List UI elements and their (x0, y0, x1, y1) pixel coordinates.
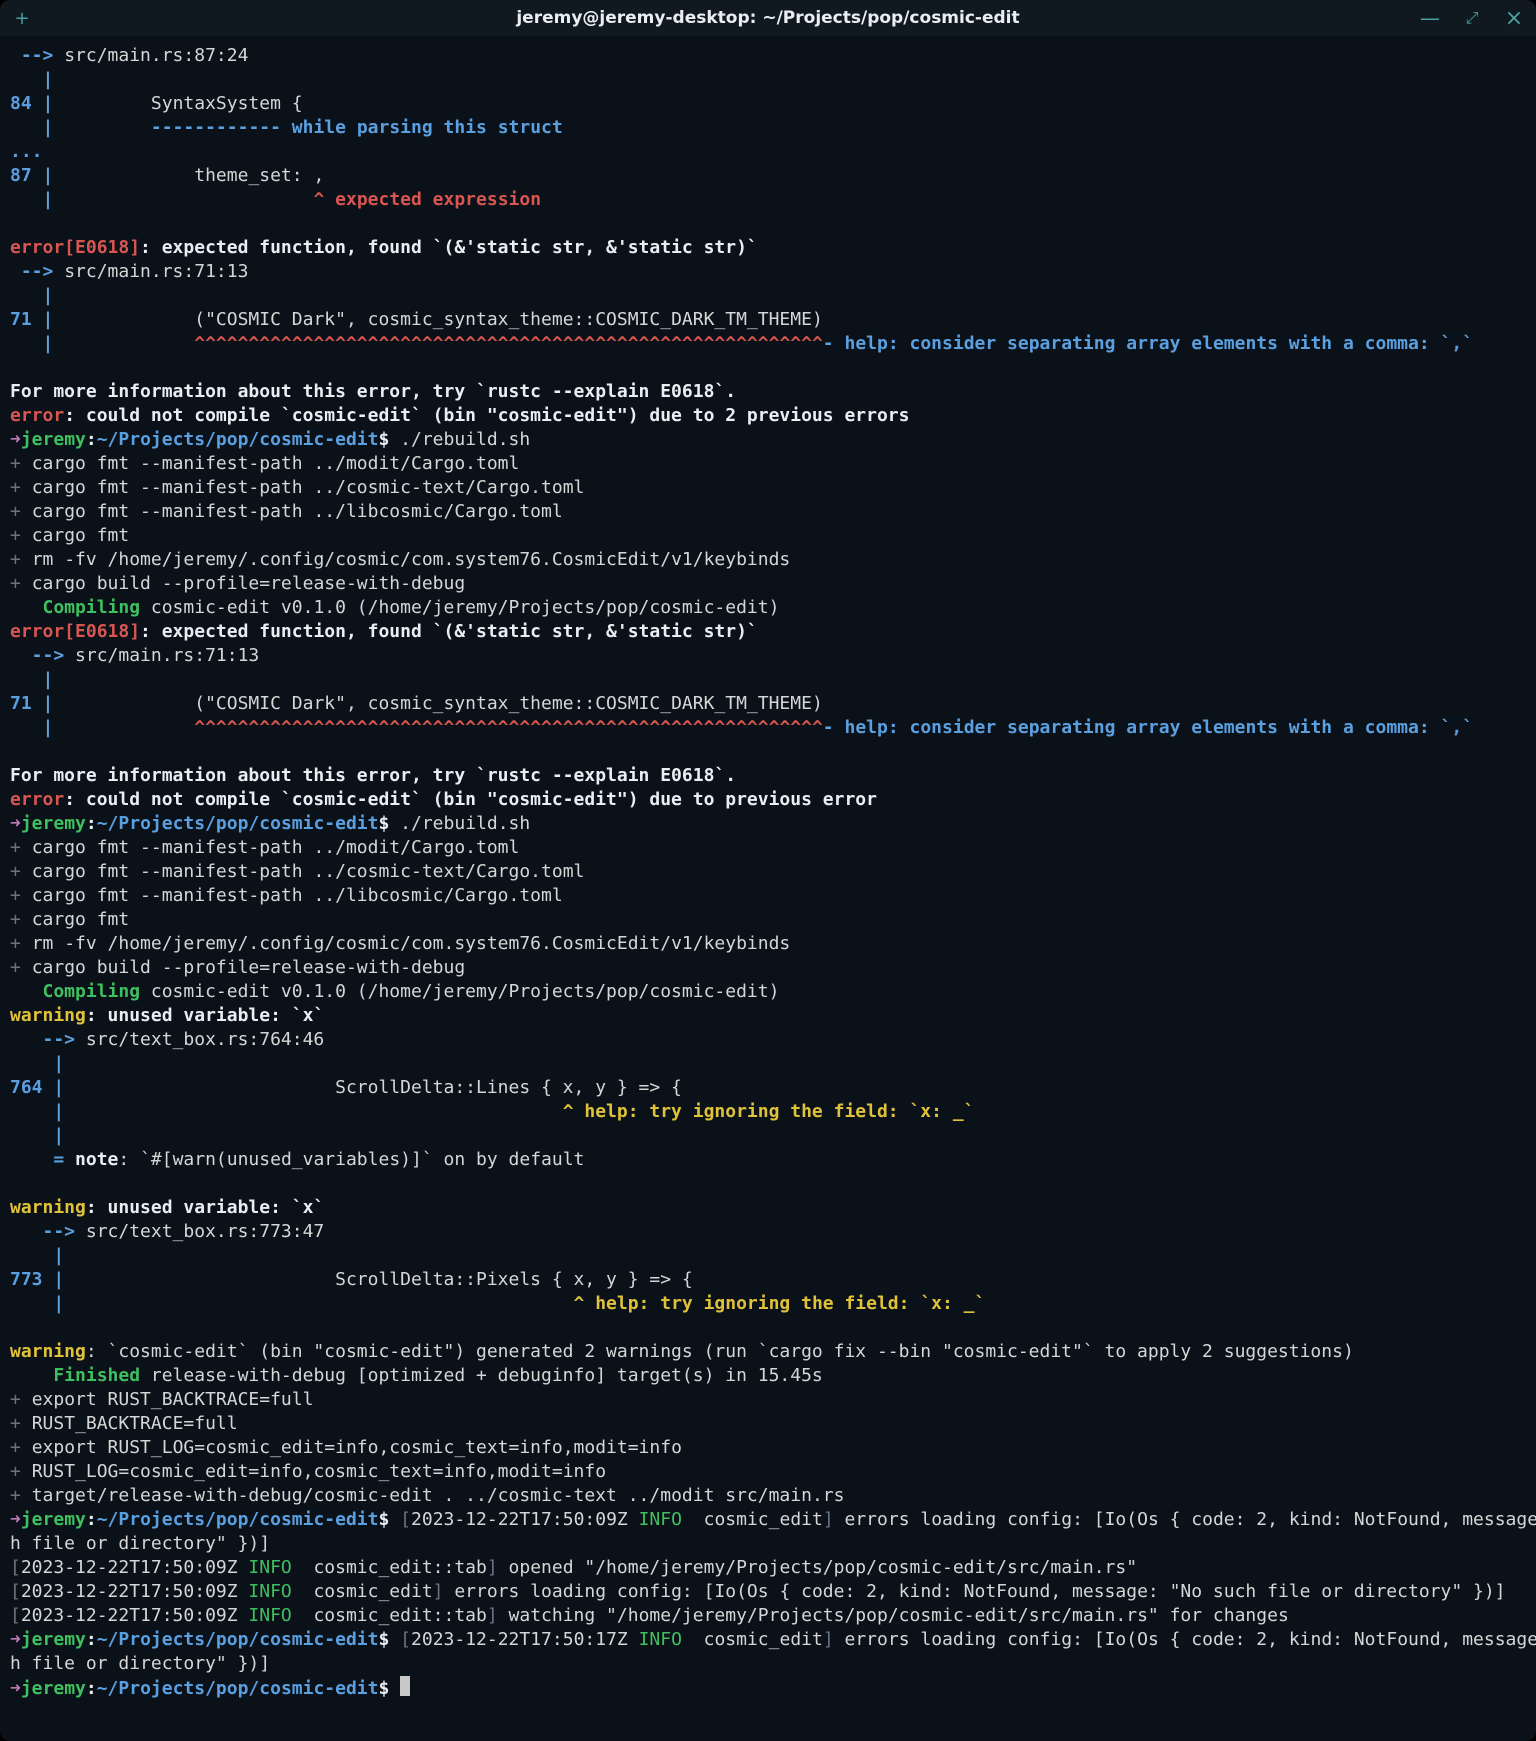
terminal-line: ➜jeremy:~/Projects/pop/cosmic-edit$ (10, 1676, 1526, 1701)
terminal-line: error: could not compile `cosmic-edit` (… (10, 788, 1526, 812)
terminal-line: + cargo build --profile=release-with-deb… (10, 956, 1526, 980)
terminal-line: ➜jeremy:~/Projects/pop/cosmic-edit$ [202… (10, 1508, 1526, 1532)
terminal-line: + export RUST_BACKTRACE=full (10, 1388, 1526, 1412)
terminal-line: + cargo build --profile=release-with-deb… (10, 572, 1526, 596)
terminal-line: ... (10, 140, 1526, 164)
command-text: ./rebuild.sh (400, 813, 530, 834)
terminal-line: --> src/main.rs:87:24 (10, 44, 1526, 68)
terminal-line: | (10, 1052, 1526, 1076)
terminal-line: + cargo fmt --manifest-path ../modit/Car… (10, 836, 1526, 860)
terminal-line: h file or directory" })] (10, 1532, 1526, 1556)
terminal-line: error: could not compile `cosmic-edit` (… (10, 404, 1526, 428)
terminal-line: | ^^^^^^^^^^^^^^^^^^^^^^^^^^^^^^^^^^^^^^… (10, 716, 1526, 740)
terminal-line: --> src/main.rs:71:13 (10, 260, 1526, 284)
terminal-line: warning: unused variable: `x` (10, 1196, 1526, 1220)
terminal-line: For more information about this error, t… (10, 764, 1526, 788)
prompt-cwd: ~/Projects/pop/cosmic-edit (97, 1509, 379, 1530)
command-text: ./rebuild.sh (400, 429, 530, 450)
terminal-line: 71 | ("COSMIC Dark", cosmic_syntax_theme… (10, 308, 1526, 332)
terminal-line: | ------------ while parsing this struct (10, 116, 1526, 140)
terminal-line: Compiling cosmic-edit v0.1.0 (/home/jere… (10, 980, 1526, 1004)
prompt-arrow-icon: ➜ (10, 1678, 21, 1699)
terminal-line: | ^ help: try ignoring the field: `x: _` (10, 1100, 1526, 1124)
terminal-line (10, 740, 1526, 764)
terminal-line: | (10, 668, 1526, 692)
terminal-line: + rm -fv /home/jeremy/.config/cosmic/com… (10, 932, 1526, 956)
terminal-line: + cargo fmt --manifest-path ../cosmic-te… (10, 860, 1526, 884)
terminal-line (10, 1172, 1526, 1196)
terminal-line: | (10, 68, 1526, 92)
prompt-user: jeremy (21, 1629, 86, 1650)
prompt-arrow-icon: ➜ (10, 429, 21, 450)
terminal-line: + cargo fmt --manifest-path ../modit/Car… (10, 452, 1526, 476)
terminal-line: ➜jeremy:~/Projects/pop/cosmic-edit$ ./re… (10, 428, 1526, 452)
terminal-line: 773 | ScrollDelta::Pixels { x, y } => { (10, 1268, 1526, 1292)
terminal-line: | (10, 284, 1526, 308)
terminal-line (10, 356, 1526, 380)
terminal-line: --> src/main.rs:71:13 (10, 644, 1526, 668)
terminal-line: + cargo fmt (10, 908, 1526, 932)
close-button[interactable]: × (1504, 8, 1524, 28)
terminal-line: = note: `#[warn(unused_variables)]` on b… (10, 1148, 1526, 1172)
terminal-line: + RUST_LOG=cosmic_edit=info,cosmic_text=… (10, 1460, 1526, 1484)
terminal-line: | (10, 1244, 1526, 1268)
terminal-line: warning: unused variable: `x` (10, 1004, 1526, 1028)
terminal-line: For more information about this error, t… (10, 380, 1526, 404)
terminal-line (10, 212, 1526, 236)
title-bar: + jeremy@jeremy-desktop: ~/Projects/pop/… (0, 0, 1536, 36)
terminal-line: 87 | theme_set: , (10, 164, 1526, 188)
terminal-line: h file or directory" })] (10, 1652, 1526, 1676)
terminal-line: | (10, 1124, 1526, 1148)
window-title: jeremy@jeremy-desktop: ~/Projects/pop/co… (0, 8, 1536, 28)
prompt-cwd: ~/Projects/pop/cosmic-edit (97, 1629, 379, 1650)
terminal-line: --> src/text_box.rs:764:46 (10, 1028, 1526, 1052)
terminal-line: + cargo fmt --manifest-path ../cosmic-te… (10, 476, 1526, 500)
prompt-cwd: ~/Projects/pop/cosmic-edit (97, 1678, 379, 1699)
new-tab-button[interactable]: + (12, 8, 32, 28)
terminal-line: Finished release-with-debug [optimized +… (10, 1364, 1526, 1388)
terminal-line: [2023-12-22T17:50:09Z INFO cosmic_edit::… (10, 1556, 1526, 1580)
terminal-line: | ^ expected expression (10, 188, 1526, 212)
terminal-line: [2023-12-22T17:50:09Z INFO cosmic_edit::… (10, 1604, 1526, 1628)
terminal-line: | ^^^^^^^^^^^^^^^^^^^^^^^^^^^^^^^^^^^^^^… (10, 332, 1526, 356)
terminal-line: error[E0618]: expected function, found `… (10, 620, 1526, 644)
terminal-line: | ^ help: try ignoring the field: `x: _` (10, 1292, 1526, 1316)
terminal-line: error[E0618]: expected function, found `… (10, 236, 1526, 260)
terminal-line: warning: `cosmic-edit` (bin "cosmic-edit… (10, 1340, 1526, 1364)
terminal-line: + RUST_BACKTRACE=full (10, 1412, 1526, 1436)
terminal-line: 84 | SyntaxSystem { (10, 92, 1526, 116)
minimize-button[interactable]: — (1420, 8, 1440, 28)
maximize-button[interactable]: ⤢ (1462, 8, 1482, 28)
terminal-line: 71 | ("COSMIC Dark", cosmic_syntax_theme… (10, 692, 1526, 716)
terminal-line: + rm -fv /home/jeremy/.config/cosmic/com… (10, 548, 1526, 572)
terminal-line: + cargo fmt --manifest-path ../libcosmic… (10, 884, 1526, 908)
terminal-line: ➜jeremy:~/Projects/pop/cosmic-edit$ ./re… (10, 812, 1526, 836)
prompt-user: jeremy (21, 813, 86, 834)
terminal-line: [2023-12-22T17:50:09Z INFO cosmic_edit] … (10, 1580, 1526, 1604)
terminal-body[interactable]: --> src/main.rs:87:24 |84 | SyntaxSystem… (0, 36, 1536, 1741)
prompt-user: jeremy (21, 1509, 86, 1530)
terminal-window: + jeremy@jeremy-desktop: ~/Projects/pop/… (0, 0, 1536, 1741)
prompt-arrow-icon: ➜ (10, 813, 21, 834)
prompt-arrow-icon: ➜ (10, 1509, 21, 1530)
terminal-line: 764 | ScrollDelta::Lines { x, y } => { (10, 1076, 1526, 1100)
prompt-arrow-icon: ➜ (10, 1629, 21, 1650)
terminal-line (10, 1316, 1526, 1340)
prompt-cwd: ~/Projects/pop/cosmic-edit (97, 429, 379, 450)
prompt-cwd: ~/Projects/pop/cosmic-edit (97, 813, 379, 834)
terminal-line: + cargo fmt (10, 524, 1526, 548)
terminal-line: + export RUST_LOG=cosmic_edit=info,cosmi… (10, 1436, 1526, 1460)
prompt-user: jeremy (21, 1678, 86, 1699)
terminal-line: --> src/text_box.rs:773:47 (10, 1220, 1526, 1244)
terminal-line: + target/release-with-debug/cosmic-edit … (10, 1484, 1526, 1508)
prompt-user: jeremy (21, 429, 86, 450)
terminal-line: + cargo fmt --manifest-path ../libcosmic… (10, 500, 1526, 524)
terminal-line: ➜jeremy:~/Projects/pop/cosmic-edit$ [202… (10, 1628, 1526, 1652)
terminal-line: Compiling cosmic-edit v0.1.0 (/home/jere… (10, 596, 1526, 620)
cursor (400, 1676, 410, 1696)
